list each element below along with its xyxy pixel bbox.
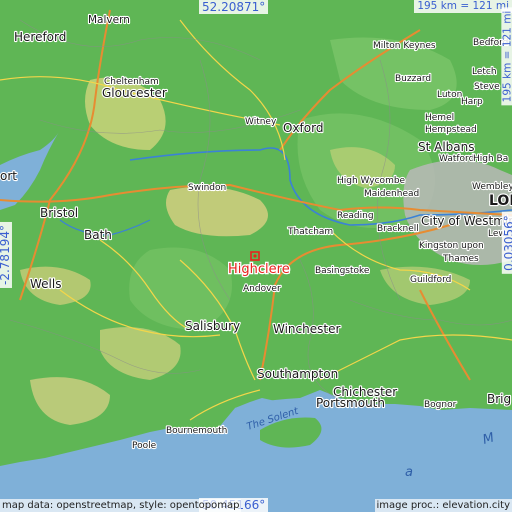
place-city-westminster: City of Westmin xyxy=(421,214,512,228)
place-harpenden: Harp xyxy=(461,97,483,107)
place-watford: Watford xyxy=(439,154,474,164)
place-oxford: Oxford xyxy=(283,121,323,135)
marker-dot xyxy=(253,254,257,258)
topographic-map: Malvern Hereford Cheltenham Gloucester o… xyxy=(0,0,512,480)
place-guildford: Guildford xyxy=(410,275,451,285)
place-bognor: Bognor xyxy=(424,400,457,410)
coord-east: 0.03056° xyxy=(502,212,512,274)
scale-bar-horizontal: 195 km = 121 mi xyxy=(414,0,512,13)
coord-north: 52.20871° xyxy=(199,0,269,14)
place-bournemouth: Bournemouth xyxy=(166,426,227,436)
place-letchworth: Letch xyxy=(472,67,497,77)
place-hemel: Hemel xyxy=(425,113,454,123)
attribution-map-data: map data: openstreetmap, style: opentopo… xyxy=(0,499,242,512)
place-maidenhead: Maidenhead xyxy=(364,189,419,199)
place-milton-keynes: Milton Keynes xyxy=(373,41,436,51)
attribution-image-proc: image proc.: elevation.city xyxy=(374,499,512,512)
place-high-barnet: High Ba xyxy=(473,154,508,164)
place-thames: Thames xyxy=(442,254,479,264)
place-southampton: Southampton xyxy=(257,367,338,381)
place-salisbury: Salisbury xyxy=(185,319,240,333)
place-high-wycombe: High Wycombe xyxy=(337,176,406,186)
place-brighton: Brig xyxy=(487,392,511,406)
place-hereford: Hereford xyxy=(14,30,66,44)
place-st-albans: St Albans xyxy=(418,140,475,154)
place-kingston: Kingston upon xyxy=(419,241,484,251)
place-london: LON xyxy=(489,193,512,209)
place-bristol: Bristol xyxy=(40,206,78,220)
marker-label-highclere: Highclere xyxy=(228,262,290,277)
place-swindon: Swindon xyxy=(188,183,226,193)
place-hempstead: Hempstead xyxy=(425,125,477,135)
place-andover: Andover xyxy=(243,284,281,294)
scale-bar-vertical: 195 km = 121 mi xyxy=(501,7,512,106)
place-stevenage: Steve xyxy=(474,82,500,92)
place-newport: ort xyxy=(0,169,17,183)
place-buzzard: Buzzard xyxy=(395,74,431,84)
place-malvern: Malvern xyxy=(88,14,130,26)
place-gloucester: Gloucester xyxy=(102,86,167,100)
label-sea-a: a xyxy=(405,465,413,480)
place-bath: Bath xyxy=(84,228,112,242)
label-sea-m: M xyxy=(481,430,496,447)
place-portsmouth: Portsmouth xyxy=(316,396,385,410)
place-witney: Witney xyxy=(245,117,277,127)
place-winchester: Winchester xyxy=(273,322,340,336)
place-wells: Wells xyxy=(30,277,61,291)
place-luton: Luton xyxy=(437,90,462,100)
place-thatcham: Thatcham xyxy=(287,227,333,237)
place-basingstoke: Basingstoke xyxy=(315,266,370,276)
coord-west: -2.78194° xyxy=(0,222,12,288)
place-bracknell: Bracknell xyxy=(377,224,419,234)
place-wembley: Wembley xyxy=(472,182,512,192)
place-poole: Poole xyxy=(132,441,157,451)
place-reading: Reading xyxy=(337,211,374,221)
